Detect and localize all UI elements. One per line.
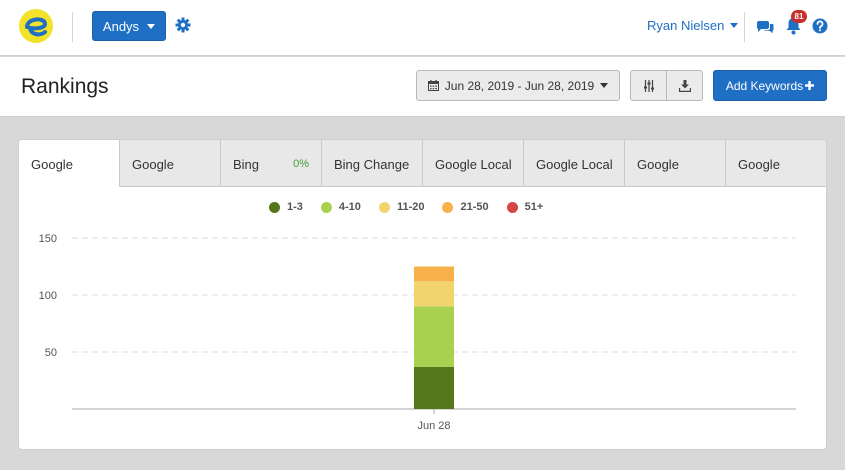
caret-down-icon	[730, 23, 739, 28]
legend-item-51-plus[interactable]: 51+	[506, 201, 544, 213]
legend-item-4-10[interactable]: 4-10	[320, 201, 361, 213]
download-icon	[678, 79, 691, 92]
notification-badge: 81	[791, 10, 807, 23]
caret-down-icon	[147, 23, 156, 29]
date-range-picker[interactable]: Jun 28, 2019 - Jun 28, 2019	[416, 70, 620, 101]
y-tick-label: 50	[45, 347, 57, 359]
chart-legend: 1-3 4-10 11-20 21-50 51+	[269, 201, 543, 213]
tab-label: Google	[637, 157, 679, 172]
tab-label: Google Local	[536, 157, 613, 172]
rankings-chart: 50 100 150 Jun 28	[39, 233, 796, 432]
legend-label: 4-10	[338, 201, 361, 213]
bar-segment-21-50	[414, 266, 454, 282]
legend-label: 21-50	[460, 201, 489, 213]
bar-segment-11-20	[414, 281, 454, 307]
user-menu[interactable]: Ryan Nielsen	[647, 18, 739, 33]
calendar-icon	[427, 80, 439, 91]
tab-label: Bing Change	[334, 157, 410, 172]
account-dropdown-button[interactable]: Andys	[92, 11, 166, 41]
legend-swatch	[442, 201, 454, 213]
add-keywords-label: Add Keywords	[725, 78, 804, 93]
caret-down-icon	[600, 83, 609, 88]
tab-google-2[interactable]: Google	[119, 140, 220, 187]
legend-item-1-3[interactable]: 1-3	[269, 201, 303, 213]
chat-icon[interactable]	[756, 19, 774, 35]
add-keywords-button[interactable]: Add Keywords	[713, 70, 827, 101]
tab-bing-change[interactable]: Bing Change	[321, 140, 422, 187]
legend-swatch	[378, 201, 390, 213]
tab-bing[interactable]: Bing 0%	[220, 140, 321, 187]
filter-settings-button[interactable]	[630, 70, 667, 101]
bar-segment-1-3	[414, 366, 454, 409]
x-tick-label: Jun 28	[417, 420, 450, 432]
page-header: Rankings Jun 28, 2019 - Jun 28, 2019 Add…	[0, 57, 845, 117]
tab-google-3[interactable]: Google	[624, 140, 725, 187]
engine-tabs: Google Google Bing 0% Bing Change Google …	[19, 140, 826, 187]
legend-label: 1-3	[287, 201, 303, 213]
tab-google-local-1[interactable]: Google Local	[422, 140, 523, 187]
plus-icon	[805, 81, 815, 90]
divider	[72, 12, 73, 42]
sliders-icon	[643, 79, 654, 92]
tab-label: Bing	[233, 157, 260, 172]
legend-label: 11-20	[396, 201, 425, 213]
rankings-card: Google Google Bing 0% Bing Change Google …	[18, 139, 827, 450]
legend-item-11-20[interactable]: 11-20	[378, 201, 425, 213]
gear-icon[interactable]	[175, 17, 191, 33]
y-tick-label: 100	[39, 290, 57, 302]
tab-google-local-2[interactable]: Google Local	[523, 140, 624, 187]
top-navbar: Andys Ryan Nielsen 81	[0, 0, 845, 56]
legend-swatch	[506, 201, 518, 213]
tab-google-1[interactable]: Google	[19, 140, 120, 187]
tab-label: Google Local	[435, 157, 512, 172]
help-icon[interactable]	[812, 18, 828, 34]
legend-swatch	[320, 201, 332, 213]
tab-label: Google	[132, 157, 174, 172]
tab-label: Google	[738, 157, 780, 172]
legend-item-21-50[interactable]: 21-50	[442, 201, 489, 213]
legend-swatch	[269, 201, 280, 213]
legend-label: 51+	[524, 201, 544, 213]
date-range-label: Jun 28, 2019 - Jun 28, 2019	[444, 78, 595, 93]
page-title: Rankings	[21, 75, 109, 98]
tab-google-4[interactable]: Google	[725, 140, 826, 187]
tab-label: Google	[31, 157, 73, 172]
account-label: Andys	[102, 18, 140, 34]
divider	[744, 12, 745, 42]
brand-logo[interactable]	[18, 8, 54, 44]
tab-percentage: 0%	[293, 158, 309, 170]
user-name: Ryan Nielsen	[647, 18, 725, 33]
y-tick-label: 150	[39, 233, 57, 245]
bar-segment-4-10	[414, 306, 454, 367]
download-button[interactable]	[666, 70, 703, 101]
